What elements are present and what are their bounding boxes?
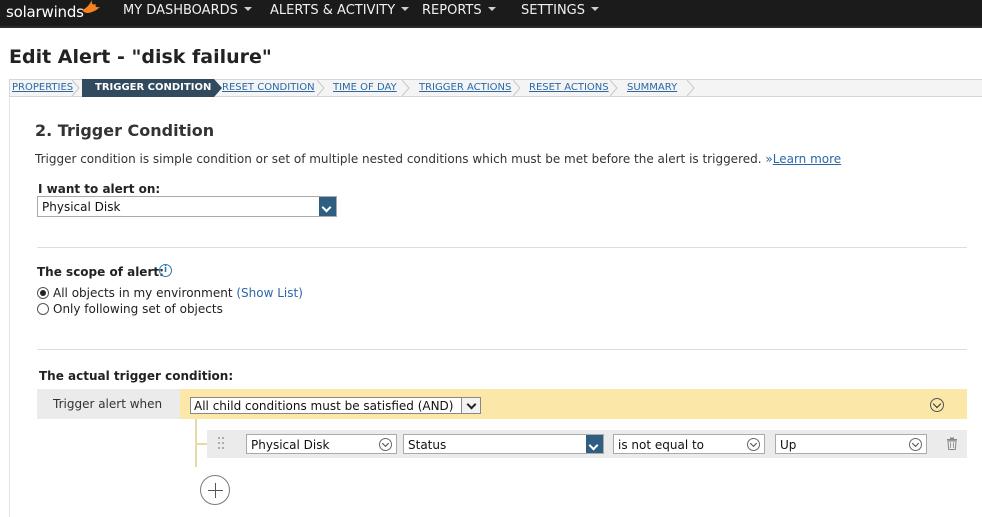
chevron-right-icon — [687, 80, 695, 96]
chevron-down-icon — [487, 7, 496, 11]
alert-on-select[interactable]: Physical Disk — [37, 196, 337, 217]
chevron-down-icon — [319, 197, 336, 216]
chevron-down-icon — [401, 7, 410, 11]
chevron-right-icon — [610, 80, 618, 96]
trash-icon[interactable] — [946, 437, 958, 450]
section-title: 2. Trigger Condition — [35, 121, 215, 140]
step-trigger-actions[interactable]: TRIGGER ACTIONS — [419, 82, 511, 93]
group-operator-select[interactable]: All child conditions must be satisfied (… — [190, 397, 481, 414]
condition-value-select[interactable]: Up — [775, 434, 927, 454]
step-trigger-condition[interactable]: TRIGGER CONDITION — [82, 79, 214, 97]
nav-alerts-activity[interactable]: ALERTS & ACTIVITY — [270, 3, 410, 18]
step-properties[interactable]: PROPERTIES — [12, 82, 73, 93]
radio-all-objects[interactable] — [37, 287, 49, 299]
condition-object-select[interactable]: Physical Disk — [246, 434, 397, 454]
section-description: Trigger condition is simple condition or… — [35, 152, 842, 166]
active-step-arrow — [214, 79, 222, 97]
info-icon[interactable]: i — [159, 264, 172, 277]
add-condition-button[interactable] — [200, 475, 230, 505]
actual-trigger-label: The actual trigger condition: — [39, 369, 234, 383]
chevron-down-icon — [591, 7, 600, 11]
step-summary[interactable]: SUMMARY — [627, 82, 677, 93]
nav-reports[interactable]: REPORTS — [422, 3, 496, 18]
alert-on-label: I want to alert on: — [38, 182, 161, 196]
logo-flame-icon — [82, 0, 100, 13]
chevron-down-icon — [243, 7, 252, 11]
radio-following-objects[interactable] — [37, 303, 49, 315]
drag-handle-icon[interactable] — [218, 437, 224, 449]
trigger-when-label: Trigger alert when — [37, 389, 180, 419]
scope-label: The scope of alert: — [37, 265, 164, 279]
chevron-down-icon — [909, 438, 922, 451]
divider — [37, 349, 967, 350]
chevron-down-icon — [586, 435, 603, 453]
chevron-right-icon — [72, 80, 80, 96]
condition-operator-select[interactable]: is not equal to — [613, 434, 765, 454]
nav-my-dashboards[interactable]: MY DASHBOARDS — [123, 3, 252, 18]
condition-field-select[interactable]: Status — [403, 434, 604, 454]
chevron-down-icon — [379, 438, 392, 451]
chevron-down-icon — [461, 398, 480, 413]
step-time-of-day[interactable]: TIME OF DAY — [333, 82, 397, 93]
chevron-right-icon — [513, 80, 521, 96]
nav-settings[interactable]: SETTINGS — [521, 3, 600, 18]
chevron-down-icon — [747, 438, 760, 451]
chevron-right-icon — [402, 80, 410, 96]
panel-left-border — [9, 98, 10, 517]
tree-connector — [195, 443, 207, 445]
top-nav-bar: solarwinds MY DASHBOARDS ALERTS & ACTIVI… — [0, 0, 982, 28]
solarwinds-logo[interactable]: solarwinds — [6, 3, 84, 21]
step-reset-actions[interactable]: RESET ACTIONS — [529, 82, 609, 93]
show-list-link[interactable]: (Show List) — [236, 286, 303, 300]
group-expand-icon[interactable] — [930, 398, 944, 412]
wizard-steps: PROPERTIES TRIGGER CONDITION RESET CONDI… — [9, 79, 982, 97]
page-title: Edit Alert - "disk failure" — [9, 46, 272, 68]
chevron-right-icon — [317, 80, 325, 96]
learn-more-link[interactable]: Learn more — [773, 152, 841, 166]
divider — [37, 247, 967, 248]
step-reset-condition[interactable]: RESET CONDITION — [222, 82, 315, 93]
